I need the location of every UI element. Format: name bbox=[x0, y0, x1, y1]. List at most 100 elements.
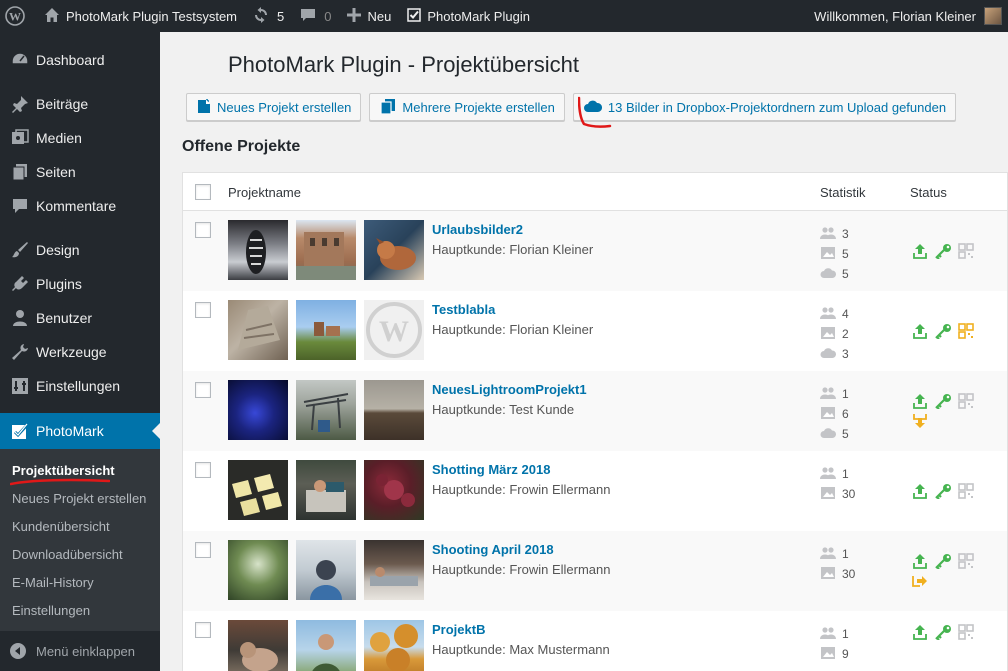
project-title-link[interactable]: NeuesLightroomProjekt1 bbox=[432, 382, 587, 397]
project-client: Hauptkunde: Florian Kleiner bbox=[432, 242, 594, 257]
thumbnail-image[interactable] bbox=[296, 540, 356, 600]
project-title-link[interactable]: ProjektB bbox=[432, 622, 485, 637]
sidebar-item-dashboard[interactable]: Dashboard bbox=[0, 43, 160, 77]
thumbnail-image[interactable] bbox=[364, 460, 424, 520]
multi-project-button[interactable]: Mehrere Projekte erstellen bbox=[369, 93, 565, 121]
user-icon bbox=[10, 308, 30, 328]
col-status: Status bbox=[910, 185, 947, 200]
submenu-item-neues-projekt[interactable]: Neues Projekt erstellen bbox=[0, 485, 160, 513]
new-content-link[interactable]: Neu bbox=[339, 0, 399, 32]
submenu-item-downloaduebersicht[interactable]: Downloadübersicht bbox=[0, 541, 160, 569]
row-checkbox[interactable] bbox=[195, 302, 211, 318]
thumbnail-image[interactable] bbox=[228, 460, 288, 520]
refresh-icon bbox=[253, 6, 275, 26]
table-row: NeuesLightroomProjekt1 Hauptkunde: Test … bbox=[183, 371, 1007, 451]
upload-icon[interactable] bbox=[912, 243, 928, 259]
wordpress-logo-icon[interactable]: W bbox=[0, 0, 36, 32]
sidebar-item-benutzer[interactable]: Benutzer bbox=[0, 301, 160, 335]
sidebar-item-beitraege[interactable]: Beiträge bbox=[0, 87, 160, 121]
key-icon[interactable] bbox=[934, 243, 952, 259]
new-project-button[interactable]: Neues Projekt erstellen bbox=[186, 93, 362, 121]
avatar bbox=[984, 7, 1002, 25]
sidebar-item-design[interactable]: Design bbox=[0, 233, 160, 267]
section-title: Offene Projekte bbox=[182, 138, 301, 155]
qr-code-icon[interactable] bbox=[958, 624, 974, 640]
row-checkbox[interactable] bbox=[195, 622, 211, 638]
collapse-menu-button[interactable]: Menü einklappen bbox=[0, 631, 160, 671]
thumbnail-image[interactable] bbox=[228, 220, 288, 280]
submenu-item-einstellungen[interactable]: Einstellungen bbox=[0, 597, 160, 625]
svg-text:W: W bbox=[379, 315, 409, 348]
project-title-link[interactable]: Shotting März 2018 bbox=[432, 462, 550, 477]
updates-link[interactable]: 5 bbox=[245, 0, 292, 32]
upload-icon[interactable] bbox=[912, 553, 928, 569]
upload-icon[interactable] bbox=[912, 393, 928, 409]
upload-icon[interactable] bbox=[912, 624, 928, 640]
thumbnail-image[interactable] bbox=[364, 220, 424, 280]
thumbnail-image[interactable] bbox=[296, 220, 356, 280]
greeting-text: Willkommen, Florian Kleiner bbox=[814, 8, 976, 24]
photomark-plugin-link[interactable]: PhotoMark Plugin bbox=[399, 0, 538, 32]
project-client: Hauptkunde: Frowin Ellermann bbox=[432, 482, 611, 497]
qr-code-icon[interactable] bbox=[958, 553, 974, 569]
key-icon[interactable] bbox=[934, 624, 952, 640]
thumbnail-image[interactable] bbox=[364, 540, 424, 600]
thumbnail-image[interactable] bbox=[228, 620, 288, 671]
submenu-item-email-history[interactable]: E-Mail-History bbox=[0, 569, 160, 597]
thumbnail-image[interactable] bbox=[296, 380, 356, 440]
thumbnail-image[interactable]: W bbox=[364, 300, 424, 360]
comments-count: 0 bbox=[324, 8, 332, 24]
row-checkbox[interactable] bbox=[195, 382, 211, 398]
sidebar-item-werkzeuge[interactable]: Werkzeuge bbox=[0, 335, 160, 369]
thumbnail-image[interactable] bbox=[228, 300, 288, 360]
images-icon bbox=[820, 326, 842, 343]
project-stats: 1 6 5 bbox=[820, 384, 849, 444]
project-stats: 1 9 bbox=[820, 624, 849, 664]
key-icon[interactable] bbox=[934, 393, 952, 409]
row-checkbox[interactable] bbox=[195, 462, 211, 478]
svg-text:W: W bbox=[9, 10, 21, 24]
qr-code-icon[interactable] bbox=[958, 323, 974, 339]
project-status bbox=[912, 481, 982, 501]
thumbnail-image[interactable] bbox=[228, 540, 288, 600]
settings-icon bbox=[10, 376, 30, 396]
key-icon[interactable] bbox=[934, 553, 952, 569]
thumbnail-image[interactable] bbox=[296, 300, 356, 360]
thumbnail-image[interactable] bbox=[228, 380, 288, 440]
key-icon[interactable] bbox=[934, 483, 952, 499]
thumbnail-image[interactable] bbox=[364, 620, 424, 671]
sidebar-item-einstellungen[interactable]: Einstellungen bbox=[0, 369, 160, 403]
col-projektname: Projektname bbox=[228, 185, 301, 200]
cloud-icon bbox=[820, 426, 842, 443]
thumbnail-image[interactable] bbox=[364, 380, 424, 440]
qr-code-icon[interactable] bbox=[958, 243, 974, 259]
comments-link[interactable]: 0 bbox=[292, 0, 339, 32]
sidebar-item-medien[interactable]: Medien bbox=[0, 121, 160, 155]
thumbnail-image[interactable] bbox=[296, 460, 356, 520]
key-icon[interactable] bbox=[934, 323, 952, 339]
row-checkbox[interactable] bbox=[195, 542, 211, 558]
qr-code-icon[interactable] bbox=[958, 393, 974, 409]
share-icon[interactable] bbox=[912, 573, 928, 589]
select-all-checkbox[interactable] bbox=[195, 184, 211, 200]
upload-icon[interactable] bbox=[912, 483, 928, 499]
row-checkbox[interactable] bbox=[195, 222, 211, 238]
thumbnail-image[interactable] bbox=[296, 620, 356, 671]
project-title-link[interactable]: Urlaubsbilder2 bbox=[432, 222, 523, 237]
account-menu[interactable]: Willkommen, Florian Kleiner bbox=[806, 0, 1008, 32]
submenu-item-projektuebersicht[interactable]: Projektübersicht bbox=[0, 457, 160, 486]
project-title-link[interactable]: Testblabla bbox=[432, 302, 495, 317]
download-icon[interactable] bbox=[912, 413, 928, 429]
sidebar-item-photomark[interactable]: PhotoMark bbox=[0, 413, 160, 449]
sidebar-item-kommentare[interactable]: Kommentare bbox=[0, 189, 160, 223]
qr-code-icon[interactable] bbox=[958, 483, 974, 499]
project-status bbox=[912, 241, 982, 261]
submenu-item-kundenuebersicht[interactable]: Kundenübersicht bbox=[0, 513, 160, 541]
sidebar-item-plugins[interactable]: Plugins bbox=[0, 267, 160, 301]
project-title-link[interactable]: Shooting April 2018 bbox=[432, 542, 554, 557]
upload-icon[interactable] bbox=[912, 323, 928, 339]
images-icon bbox=[820, 486, 842, 503]
sidebar-item-seiten[interactable]: Seiten bbox=[0, 155, 160, 189]
site-name-link[interactable]: PhotoMark Plugin Testsystem bbox=[36, 0, 245, 32]
dropbox-upload-button[interactable]: 13 Bilder in Dropbox-Projektordnern zum … bbox=[572, 93, 957, 121]
